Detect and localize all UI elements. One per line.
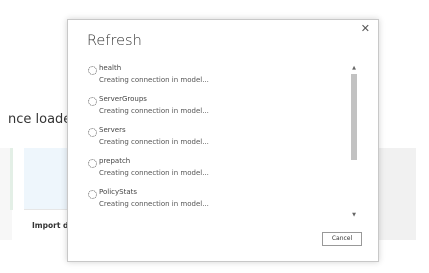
scroll-up-icon[interactable]: ▲ [350,64,358,72]
item-name: ServerGroups [99,95,147,103]
loading-spinner-icon [88,190,97,199]
loading-spinner-icon [88,159,97,168]
card-accent [10,148,13,210]
scroll-thumb[interactable] [351,74,357,160]
item-status: Creating connection in model... [99,138,209,146]
close-icon[interactable]: ✕ [361,22,370,36]
background-card-left [0,148,13,240]
item-name: PolicyStats [99,188,138,196]
list-item: health Creating connection in model... [87,64,351,95]
background-heading: nce loade [8,112,72,127]
scrollbar[interactable]: ▲ ▼ [350,64,358,219]
loading-spinner-icon [88,97,97,106]
loading-spinner-icon [88,128,97,137]
list-item: Servers Creating connection in model... [87,126,351,157]
dialog-title: Refresh [87,33,142,49]
item-name: health [99,64,122,72]
item-name: Servers [99,126,126,134]
list-item: prepatch Creating connection in model... [87,157,351,188]
item-status: Creating connection in model... [99,169,209,177]
list-item: ServerGroups Creating connection in mode… [87,95,351,126]
item-status: Creating connection in model... [99,76,209,84]
item-status: Creating connection in model... [99,107,209,115]
cancel-button[interactable]: Cancel [322,232,362,246]
refresh-dialog: ✕ Refresh health Creating connection in … [67,19,379,262]
scroll-down-icon[interactable]: ▼ [350,211,358,219]
item-status: Creating connection in model... [99,200,209,208]
list-item: PolicyStats Creating connection in model… [87,188,351,218]
item-name: prepatch [99,157,131,165]
loading-spinner-icon [88,66,97,75]
refresh-list: health Creating connection in model... S… [87,64,351,218]
